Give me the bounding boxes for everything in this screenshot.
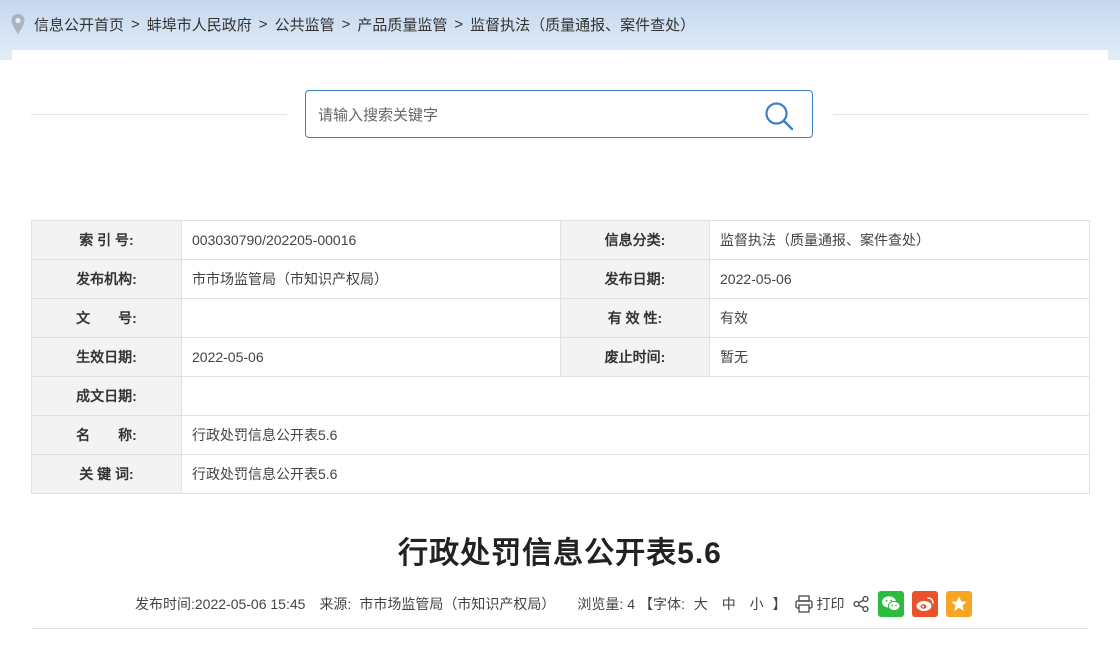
table-row: 生效日期: 2022-05-06 废止时间: 暂无	[31, 337, 1090, 377]
name-value: 行政处罚信息公开表5.6	[181, 415, 1090, 455]
search-icon[interactable]	[764, 101, 794, 131]
search-box	[305, 90, 813, 139]
font-size-open: 【字体:	[639, 596, 685, 612]
font-size-switcher: 【字体: 大 中 小 】	[639, 594, 786, 614]
publish-time-label: 发布时间:	[135, 596, 195, 612]
breadcrumb-separator: >	[131, 15, 140, 33]
search-divider-left	[31, 114, 287, 115]
effective-date-label: 生效日期:	[31, 337, 182, 377]
breadcrumb-public-supervision[interactable]: 公共监管	[275, 14, 335, 35]
search-input[interactable]	[316, 91, 750, 139]
breadcrumb-home[interactable]: 信息公开首页	[34, 14, 124, 35]
publisher-value: 市市场监管局（市知识产权局）	[181, 259, 561, 299]
table-row: 文 号: 有 效 性: 有效	[31, 298, 1090, 338]
weibo-share-button[interactable]	[912, 591, 939, 617]
weibo-icon	[916, 597, 935, 611]
font-size-close: 】	[772, 596, 787, 612]
keywords-value: 行政处罚信息公开表5.6	[181, 454, 1090, 494]
abolish-time-label: 废止时间:	[560, 337, 710, 377]
views-value: 4	[627, 596, 636, 612]
written-date-value	[181, 376, 1090, 416]
validity-value: 有效	[709, 298, 1090, 338]
breadcrumb-product-quality[interactable]: 产品质量监管	[357, 14, 447, 35]
publish-date-value: 2022-05-06	[709, 259, 1090, 299]
breadcrumb-separator: >	[454, 15, 464, 33]
table-row: 发布机构: 市市场监管局（市知识产权局） 发布日期: 2022-05-06	[31, 259, 1090, 299]
font-size-medium[interactable]: 中	[722, 596, 736, 612]
document-metadata-table: 索 引 号: 003030790/202205-00016 信息分类: 监督执法…	[31, 220, 1090, 494]
print-label: 打印	[816, 596, 845, 612]
keywords-label: 关 键 词:	[31, 454, 182, 494]
table-row: 名 称: 行政处罚信息公开表5.6	[31, 415, 1090, 455]
breadcrumb-separator: >	[341, 15, 351, 33]
effective-date-value: 2022-05-06	[181, 337, 561, 377]
publish-date-label: 发布日期:	[560, 259, 710, 299]
document-number-value	[181, 298, 561, 338]
views-label: 浏览量:	[577, 596, 624, 612]
article-title: 行政处罚信息公开表5.6	[398, 537, 722, 570]
article-info-bar: 发布时间: 2022-05-06 15:45 来源: 市市场监管局（市知识产权局…	[135, 591, 973, 617]
source-label: 来源:	[319, 596, 352, 612]
table-row: 关 键 词: 行政处罚信息公开表5.6	[31, 454, 1090, 494]
breadcrumb: 信息公开首页 > 蚌埠市人民政府 > 公共监管 > 产品质量监管 > 监督执法（…	[10, 12, 695, 36]
name-label: 名 称:	[31, 415, 182, 455]
breadcrumb-enforcement[interactable]: 监督执法（质量通报、案件查处）	[470, 14, 695, 35]
validity-label: 有 效 性:	[560, 298, 710, 338]
index-number-label: 索 引 号:	[31, 220, 182, 260]
publish-time-value: 2022-05-06 15:45	[194, 596, 306, 612]
document-number-label: 文 号:	[31, 298, 182, 338]
index-number-value: 003030790/202205-00016	[181, 220, 561, 260]
font-size-large[interactable]: 大	[694, 596, 708, 612]
wechat-icon	[882, 596, 901, 612]
category-value: 监督执法（质量通报、案件查处）	[709, 220, 1090, 260]
printer-icon	[795, 595, 814, 613]
content-divider	[31, 628, 1089, 629]
breadcrumb-separator: >	[258, 15, 268, 33]
location-pin-icon	[11, 14, 25, 34]
search-divider-right	[833, 114, 1089, 115]
source-value: 市市场监管局（市知识产权局）	[359, 596, 556, 612]
publisher-label: 发布机构:	[31, 259, 182, 299]
share-icon[interactable]	[852, 595, 870, 613]
table-row: 索 引 号: 003030790/202205-00016 信息分类: 监督执法…	[31, 220, 1090, 260]
favorite-button[interactable]	[946, 591, 973, 617]
abolish-time-value: 暂无	[709, 337, 1090, 377]
table-row: 成文日期:	[31, 376, 1090, 416]
star-icon	[951, 596, 967, 611]
print-button[interactable]: 打印	[794, 594, 844, 614]
font-size-small[interactable]: 小	[750, 596, 764, 612]
wechat-share-button[interactable]	[878, 591, 905, 617]
breadcrumb-city-government[interactable]: 蚌埠市人民政府	[147, 14, 252, 35]
category-label: 信息分类:	[560, 220, 710, 260]
written-date-label: 成文日期:	[31, 376, 182, 416]
